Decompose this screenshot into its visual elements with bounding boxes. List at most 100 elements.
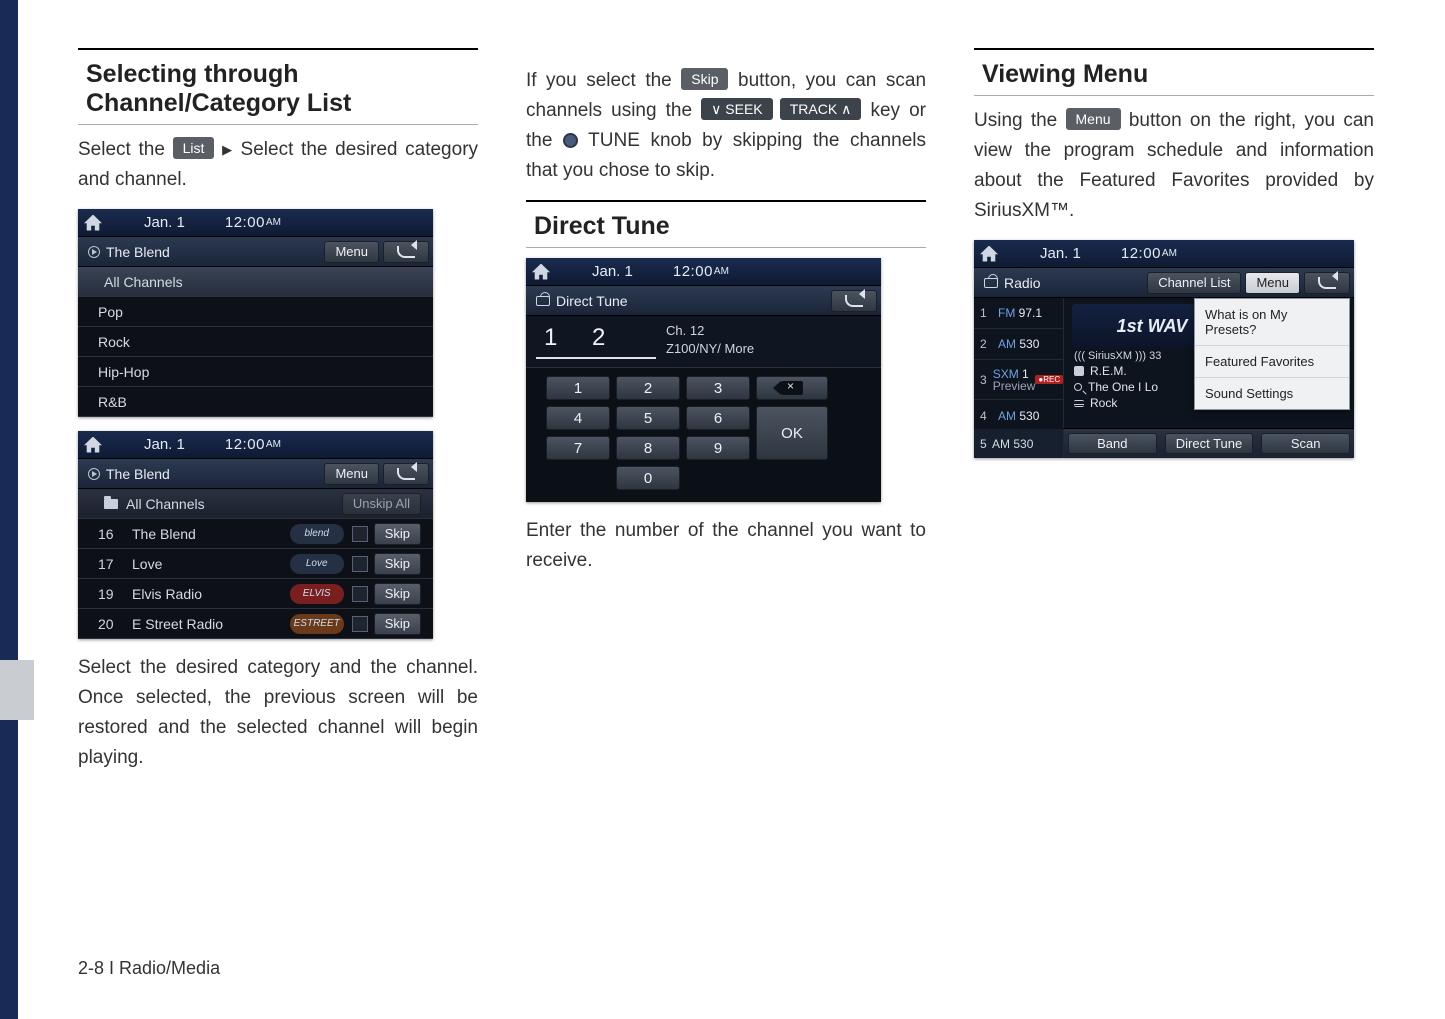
status-date: Jan. 1 [1040, 245, 1081, 262]
title-bar: Radio Channel List Menu [974, 268, 1354, 298]
preset-value: 530 [1019, 337, 1039, 351]
channel-row[interactable]: 17 Love Love Skip [78, 549, 433, 579]
skip-checkbox[interactable] [352, 616, 368, 632]
home-icon[interactable] [84, 437, 102, 453]
channel-row[interactable]: 16 The Blend blend Skip [78, 519, 433, 549]
status-date: Jan. 1 [592, 263, 633, 280]
channel-row[interactable]: 19 Elvis Radio ELVIS Skip [78, 579, 433, 609]
status-bar: Jan. 1 12:00AM [526, 258, 881, 286]
channel-logo: Love [290, 554, 344, 574]
key-3[interactable]: 3 [686, 376, 750, 400]
key-1[interactable]: 1 [546, 376, 610, 400]
category-item[interactable]: Hip-Hop [78, 357, 433, 387]
channel-name: Elvis Radio [122, 586, 290, 602]
back-button[interactable] [1304, 272, 1350, 294]
category-label: R&B [98, 394, 127, 410]
preset-sub: Preview [993, 379, 1036, 393]
preset-number: 1 [980, 306, 992, 320]
status-ampm: AM [714, 266, 729, 277]
back-button[interactable] [383, 463, 429, 485]
category-label: Pop [98, 304, 123, 320]
key-0[interactable]: 0 [616, 466, 680, 490]
skip-button[interactable]: Skip [374, 583, 421, 605]
menu-button[interactable]: Menu [324, 241, 379, 263]
unskip-all-button[interactable]: Unskip All [342, 493, 421, 515]
back-icon [845, 295, 863, 307]
column-2: If you select the Skip button, you can s… [526, 48, 926, 787]
col2-paragraph-2: Enter the number of the channel you want… [526, 516, 926, 576]
key-7[interactable]: 7 [546, 436, 610, 460]
track-name: The One I Lo [1088, 380, 1158, 394]
tune-entry: 1 2 [536, 324, 656, 359]
skip-button[interactable]: Skip [374, 523, 421, 545]
preset-list: 1 FM 97.1 2 AM 530 3 SXM 1Preview ●REC 4… [974, 298, 1064, 428]
band-button[interactable]: Band [1068, 433, 1157, 454]
key-backspace[interactable] [756, 376, 828, 400]
skip-checkbox[interactable] [352, 526, 368, 542]
channel-logo: ELVIS [290, 584, 344, 604]
col1-paragraph-1: Select the List ▶ Select the desired cat… [78, 135, 478, 195]
back-button[interactable] [831, 290, 877, 312]
menu-item[interactable]: Sound Settings [1195, 378, 1349, 409]
skip-checkbox[interactable] [352, 586, 368, 602]
track-button-inline: TRACK ∧ [780, 98, 862, 120]
preset-item[interactable]: 3 SXM 1Preview ●REC [974, 360, 1063, 400]
category-item[interactable]: Rock [78, 327, 433, 357]
status-time: 12:00 [673, 263, 713, 280]
status-bar: Jan. 1 12:00AM [78, 209, 433, 237]
key-ok[interactable]: OK [756, 406, 828, 460]
page-footer: 2-8 I Radio/Media [78, 958, 220, 979]
list-header: All Channels [78, 267, 433, 297]
channel-logo: blend [290, 524, 344, 544]
skip-button[interactable]: Skip [374, 613, 421, 635]
back-icon [1318, 277, 1336, 289]
status-bar: Jan. 1 12:00AM [974, 240, 1354, 268]
folder-icon [104, 499, 118, 509]
now-playing-icon [88, 468, 100, 480]
menu-button[interactable]: Menu [324, 463, 379, 485]
seek-button-inline: ∨ SEEK [701, 98, 773, 120]
back-button[interactable] [383, 241, 429, 263]
heading-selecting: Selecting through Channel/Category List [78, 48, 478, 125]
direct-tune-display: 1 2 Ch. 12 Z100/NY/ More [526, 316, 881, 368]
key-8[interactable]: 8 [616, 436, 680, 460]
status-date: Jan. 1 [144, 214, 185, 231]
home-icon[interactable] [980, 246, 998, 262]
preset-number: 4 [980, 409, 992, 423]
channel-row[interactable]: 20 E Street Radio ESTREET Skip [78, 609, 433, 639]
channel-number: 19 [98, 586, 122, 602]
menu-item[interactable]: Featured Favorites [1195, 346, 1349, 378]
radio-body: 1 FM 97.1 2 AM 530 3 SXM 1Preview ●REC 4… [974, 298, 1354, 428]
category-item[interactable]: Pop [78, 297, 433, 327]
skip-checkbox[interactable] [352, 556, 368, 572]
menu-button[interactable]: Menu [1245, 272, 1300, 294]
channel-list-button[interactable]: Channel List [1147, 272, 1241, 294]
home-icon[interactable] [84, 215, 102, 231]
key-6[interactable]: 6 [686, 406, 750, 430]
key-9[interactable]: 9 [686, 436, 750, 460]
tune-name-line: Z100/NY/ More [666, 340, 754, 358]
skip-button[interactable]: Skip [374, 553, 421, 575]
key-5[interactable]: 5 [616, 406, 680, 430]
preset-value: 530 [1019, 409, 1039, 423]
key-4[interactable]: 4 [546, 406, 610, 430]
channel-name: Love [122, 556, 290, 572]
direct-tune-button[interactable]: Direct Tune [1165, 433, 1254, 454]
preset-band: AM [992, 437, 1010, 451]
status-date: Jan. 1 [144, 436, 185, 453]
triangle-icon: ▶ [222, 142, 240, 157]
preset-item[interactable]: 1 FM 97.1 [974, 298, 1063, 329]
key-2[interactable]: 2 [616, 376, 680, 400]
home-icon[interactable] [532, 264, 550, 280]
category-label: Rock [98, 334, 130, 350]
category-item[interactable]: R&B [78, 387, 433, 417]
preset-item[interactable]: 4 AM 530 [974, 400, 1063, 431]
scan-button[interactable]: Scan [1261, 433, 1350, 454]
screenshot-channel-list: Jan. 1 12:00AM The Blend Menu All Channe… [78, 431, 433, 639]
title-bar: The Blend Menu [78, 237, 433, 267]
preset-item[interactable]: 2 AM 530 [974, 329, 1063, 360]
bottom-bar: 5 AM 530 Band Direct Tune Scan [974, 428, 1354, 458]
radio-icon [984, 278, 998, 288]
preset-item[interactable]: 5 AM 530 [974, 429, 1064, 458]
menu-item[interactable]: What is on My Presets? [1195, 299, 1349, 346]
